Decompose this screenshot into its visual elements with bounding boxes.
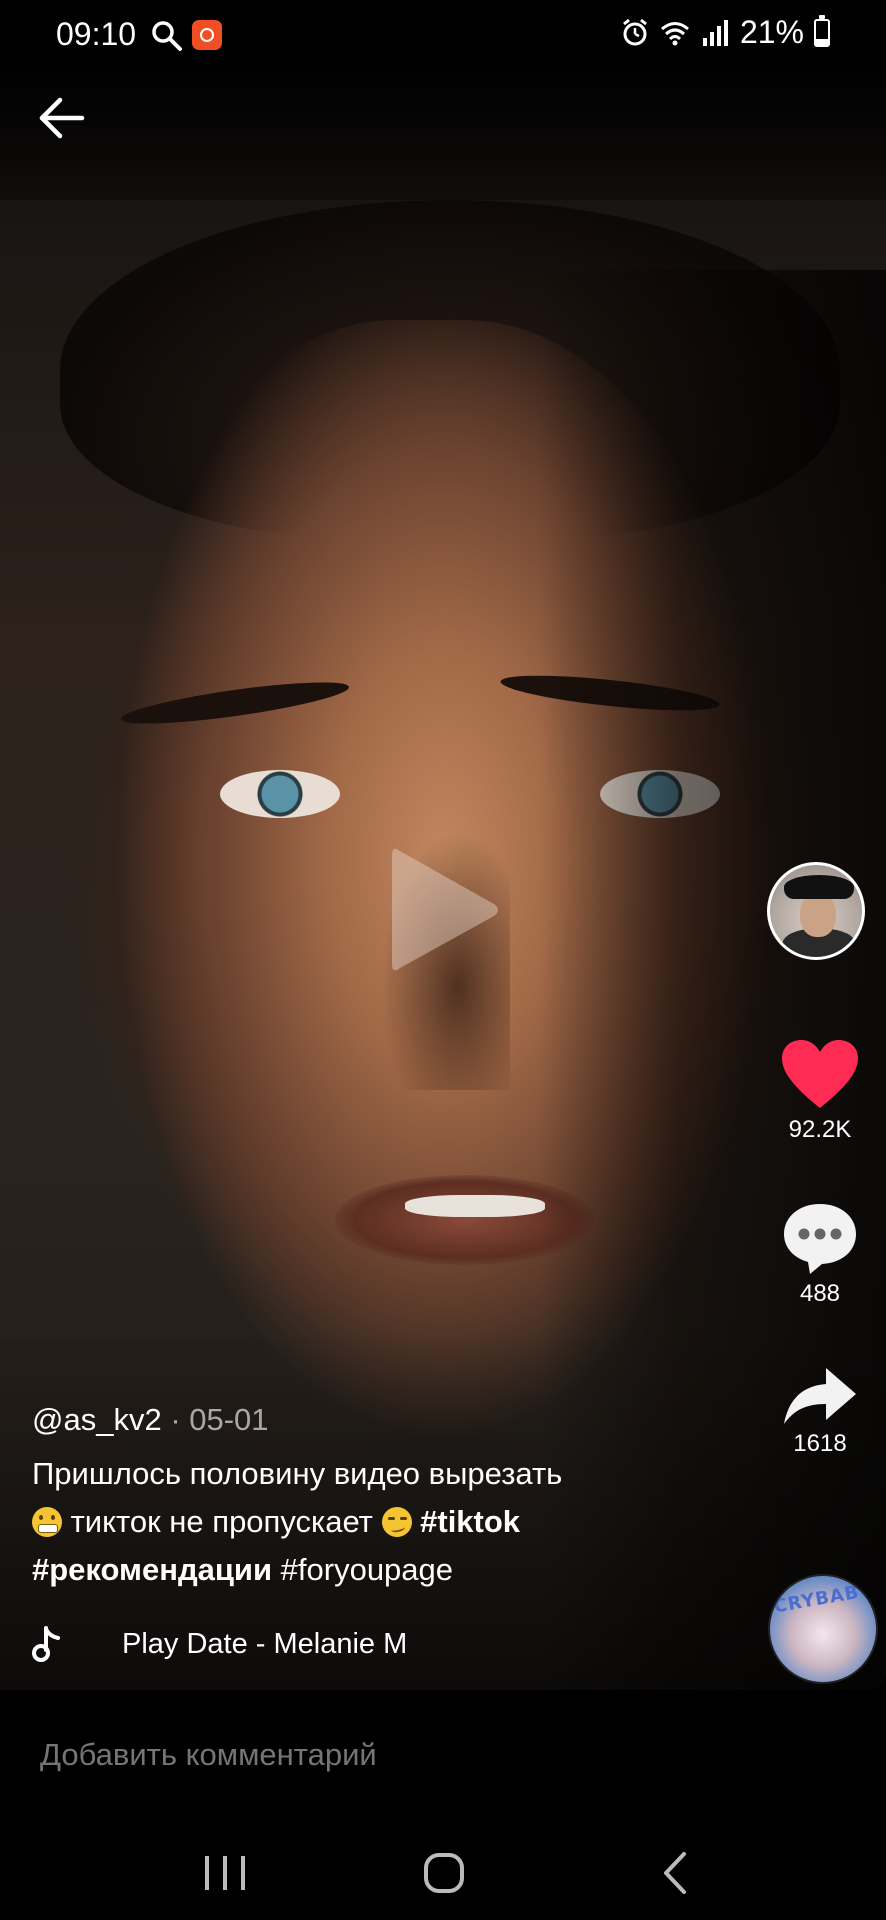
music-disc[interactable]: CRYBABY	[768, 1574, 878, 1684]
music-title: Play Date - Melanie M	[122, 1627, 408, 1660]
post-date: · 05-01	[161, 1402, 269, 1437]
comment-count: 488	[799, 1280, 841, 1307]
author-avatar[interactable]	[767, 862, 865, 960]
app-notification-icon	[192, 20, 222, 50]
caption-line-2: тикток не пропускает	[62, 1504, 382, 1539]
like-count: 92.2K	[788, 1116, 852, 1143]
status-time: 09:10	[56, 16, 137, 52]
recent-apps-icon[interactable]	[195, 1848, 255, 1898]
status-indicators: 21%	[620, 14, 830, 51]
alarm-icon	[623, 18, 647, 45]
heart-icon	[782, 1040, 858, 1108]
music-note-icon	[32, 1626, 60, 1662]
video-frame-eye-left	[220, 770, 340, 818]
status-bar: 09:10 21%	[0, 0, 886, 70]
battery-percent: 21%	[739, 14, 804, 50]
share-count: 1618	[793, 1430, 847, 1457]
share-button[interactable]: 1618	[760, 1366, 880, 1458]
comment-input[interactable]	[38, 1736, 742, 1774]
search-icon	[152, 21, 182, 51]
hashtag-foryoupage[interactable]: #foryoupage	[272, 1552, 453, 1587]
video-frame-teeth	[405, 1195, 545, 1217]
back-arrow-icon[interactable]	[36, 92, 88, 144]
comment-bubble-icon	[784, 1204, 856, 1274]
battery-icon	[814, 14, 830, 47]
comment-bar	[0, 1690, 886, 1820]
signal-icon	[702, 19, 728, 46]
avatar-head	[800, 893, 836, 937]
comment-button[interactable]: 488	[760, 1200, 880, 1308]
author-username[interactable]: @as_kv2	[32, 1402, 162, 1437]
like-button[interactable]: 92.2K	[760, 1038, 880, 1144]
play-icon[interactable]	[384, 840, 504, 980]
battery-level-fill	[816, 39, 828, 45]
share-arrow-icon	[784, 1368, 856, 1424]
hashtag-tiktok[interactable]: #tiktok	[420, 1504, 520, 1539]
video-top-fade	[0, 70, 886, 200]
hashtag-recommendations[interactable]: #рекомендации	[32, 1552, 272, 1587]
video-caption-block: @as_kv2 · 05-01 Пришлось половину видео …	[32, 1402, 732, 1594]
nav-back-icon[interactable]	[646, 1848, 706, 1898]
smirking-face-icon	[381, 1507, 412, 1537]
caption-line-1: Пришлось половину видео вырезать	[32, 1456, 563, 1491]
author-line: @as_kv2 · 05-01	[32, 1402, 732, 1438]
video-caption: Пришлось половину видео вырезать тикток …	[32, 1450, 732, 1594]
avatar-hat	[784, 875, 854, 899]
music-row[interactable]: Play Date - Melanie M	[32, 1624, 462, 1664]
system-navigation-bar	[0, 1820, 886, 1920]
grimacing-face-icon	[32, 1507, 62, 1537]
home-icon[interactable]	[414, 1848, 474, 1898]
wifi-icon	[660, 21, 689, 45]
